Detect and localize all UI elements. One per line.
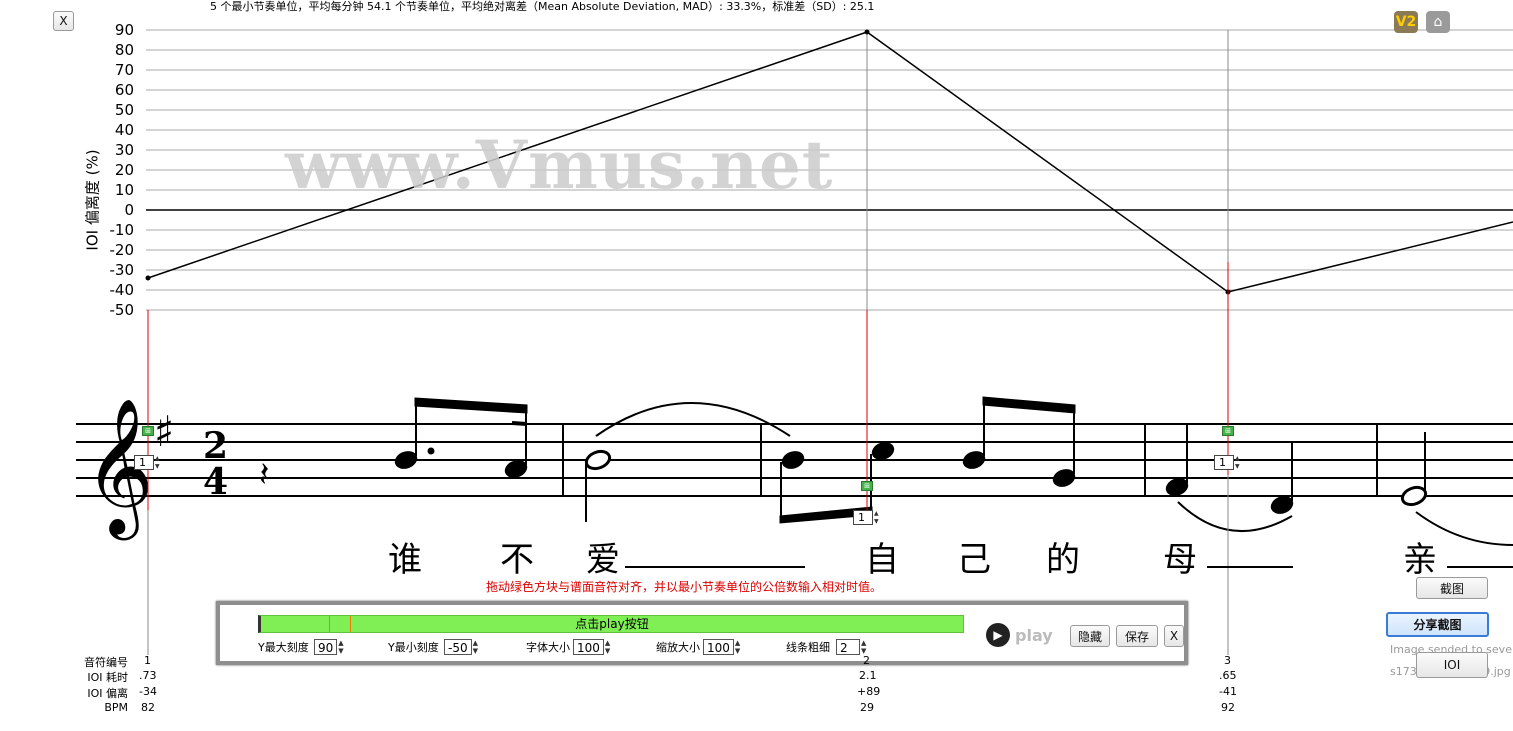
y-tick-label: -20 xyxy=(110,241,135,259)
y-tick-label: 40 xyxy=(115,121,134,139)
y-max-value[interactable]: 90 xyxy=(314,639,338,655)
quarter-rest-icon: 𝄽 xyxy=(259,455,269,495)
y-tick-label: 30 xyxy=(115,141,134,159)
play-progress-bar[interactable]: 点击play按钮 xyxy=(258,615,964,633)
drag-handle[interactable]: ⊞ xyxy=(861,481,873,491)
spinner-arrows-icon[interactable]: ▲ ▼ xyxy=(155,455,164,470)
hide-button[interactable]: 隐藏 xyxy=(1070,625,1110,647)
lyric: 不 xyxy=(500,540,534,580)
line-width-label: 线条粗细 xyxy=(786,641,830,654)
font-size-label: 字体大小 xyxy=(526,641,570,654)
marker-value[interactable]: 1 xyxy=(134,455,154,470)
table-cell: 1 xyxy=(144,654,151,667)
progress-tick xyxy=(329,616,330,632)
marker-stepper[interactable]: 1 ▲ ▼ xyxy=(1214,455,1244,470)
table-cell: 92 xyxy=(1221,701,1235,714)
spinner-arrows-icon[interactable]: ▲ ▼ xyxy=(861,639,870,655)
y-axis-label: IOI 偏离度 (%) xyxy=(83,149,102,251)
y-tick-label: -40 xyxy=(110,281,135,299)
y-tick-label: 50 xyxy=(115,101,134,119)
y-tick-label: 20 xyxy=(115,161,134,179)
marker-stepper[interactable]: 1 ▲ ▼ xyxy=(853,510,883,525)
y-max-stepper[interactable]: 90 ▲ ▼ xyxy=(314,639,347,655)
y-tick-label: -10 xyxy=(110,221,135,239)
spinner-arrows-icon[interactable]: ▲ ▼ xyxy=(605,639,614,655)
y-max-label: Y最大刻度 xyxy=(258,641,309,654)
lyric: 爱 xyxy=(586,540,620,580)
y-axis-tick-labels: 90 80 70 60 50 40 30 20 10 0 -10 -20 -30 -40 -50 xyxy=(110,21,135,319)
y-tick-label: -30 xyxy=(110,261,135,279)
y-tick-label: 80 xyxy=(115,41,134,59)
row-label-bpm: BPM xyxy=(104,701,128,714)
play-icon: ▶ xyxy=(986,623,1010,647)
table-cell: 2.1 xyxy=(859,669,877,682)
font-size-stepper[interactable]: 100 ▲ ▼ xyxy=(573,639,614,655)
lyric: 己 xyxy=(957,540,991,580)
table-cell: .65 xyxy=(1219,669,1237,682)
lyric: 亲 xyxy=(1403,540,1437,580)
zoom-stepper[interactable]: 100 ▲ ▼ xyxy=(703,639,744,655)
lyric: 自 xyxy=(865,540,899,580)
row-label-ioi-time: IOI 耗时 xyxy=(87,671,128,684)
summary-text: 5 个最小节奏单位，平均每分钟 54.1 个节奏单位，平均绝对离差（Mean A… xyxy=(210,0,875,13)
y-min-label: Y最小刻度 xyxy=(388,641,439,654)
progress-bar-label: 点击play按钮 xyxy=(575,617,649,631)
save-button[interactable]: 保存 xyxy=(1116,625,1158,647)
y-tick-label: 90 xyxy=(115,21,134,39)
sharp-icon: ♯ xyxy=(154,407,174,456)
notes xyxy=(394,396,1513,546)
line-width-stepper[interactable]: 2 ▲ ▼ xyxy=(836,639,870,655)
spinner-arrows-icon[interactable]: ▲ ▼ xyxy=(874,510,883,525)
home-icon[interactable]: ⌂ xyxy=(1426,11,1450,33)
play-button[interactable]: ▶ play xyxy=(986,623,1053,647)
play-label: play xyxy=(1015,625,1053,645)
table-cell: -34 xyxy=(139,685,157,698)
table-cell: +89 xyxy=(857,685,881,698)
y-min-value[interactable]: -50 xyxy=(444,639,472,655)
data-point xyxy=(145,275,151,281)
screenshot-button[interactable]: 截图 xyxy=(1416,577,1488,599)
watermark: www.Vmus.net xyxy=(285,126,834,204)
alignment-hint: 拖动绿色方块与谱面音符对齐，并以最小节奏单位的公倍数输入相对时值。 xyxy=(486,580,883,594)
y-tick-label: 0 xyxy=(124,201,134,219)
data-point xyxy=(864,29,870,35)
panel-close-button[interactable]: X xyxy=(1164,625,1184,647)
row-label-note-number: 音符编号 xyxy=(84,656,128,669)
table-cell: .73 xyxy=(139,669,157,682)
lyric: 谁 xyxy=(388,540,422,580)
ioi-button[interactable]: IOI xyxy=(1416,652,1488,678)
drag-handle[interactable]: ⊞ xyxy=(142,426,154,436)
progress-tick xyxy=(350,616,351,632)
control-panel: 点击play按钮 Y最大刻度 90 ▲ ▼ Y最小刻度 -50 ▲ ▼ 字体大小 1… xyxy=(216,601,1188,665)
y-tick-label: 60 xyxy=(115,81,134,99)
spinner-arrows-icon[interactable]: ▲ ▼ xyxy=(1235,455,1244,470)
table-cell: 3 xyxy=(1224,654,1231,667)
spinner-arrows-icon[interactable]: ▲ ▼ xyxy=(338,639,347,655)
table-cell: 2 xyxy=(863,654,870,667)
y-min-stepper[interactable]: -50 ▲ ▼ xyxy=(444,639,482,655)
font-size-value[interactable]: 100 xyxy=(573,639,604,655)
share-screenshot-button[interactable]: 分享截图 xyxy=(1386,612,1489,637)
lyric: 母 xyxy=(1163,540,1197,580)
v2-badge[interactable]: V2 xyxy=(1394,11,1418,33)
lyric: 的 xyxy=(1046,540,1080,580)
marker-value[interactable]: 1 xyxy=(1214,455,1234,470)
close-button[interactable]: X xyxy=(53,11,74,31)
zoom-value[interactable]: 100 xyxy=(703,639,734,655)
spinner-arrows-icon[interactable]: ▲ ▼ xyxy=(735,639,744,655)
drag-handle[interactable]: ⊞ xyxy=(1222,426,1234,436)
zoom-label: 缩放大小 xyxy=(656,641,700,654)
marker-stepper[interactable]: 1 ▲ ▼ xyxy=(134,455,164,470)
spinner-arrows-icon[interactable]: ▲ ▼ xyxy=(473,639,482,655)
table-cell: 82 xyxy=(141,701,155,714)
y-tick-label: 70 xyxy=(115,61,134,79)
row-label-ioi-deviation: IOI 偏离 xyxy=(87,687,128,700)
marker-value[interactable]: 1 xyxy=(853,510,873,525)
time-sig-bottom: 4 xyxy=(203,461,228,503)
table-cell: 29 xyxy=(860,701,874,714)
table-cell: -41 xyxy=(1219,685,1237,698)
y-tick-label: -50 xyxy=(110,301,135,319)
y-tick-label: 10 xyxy=(115,181,134,199)
line-width-value[interactable]: 2 xyxy=(836,639,860,655)
